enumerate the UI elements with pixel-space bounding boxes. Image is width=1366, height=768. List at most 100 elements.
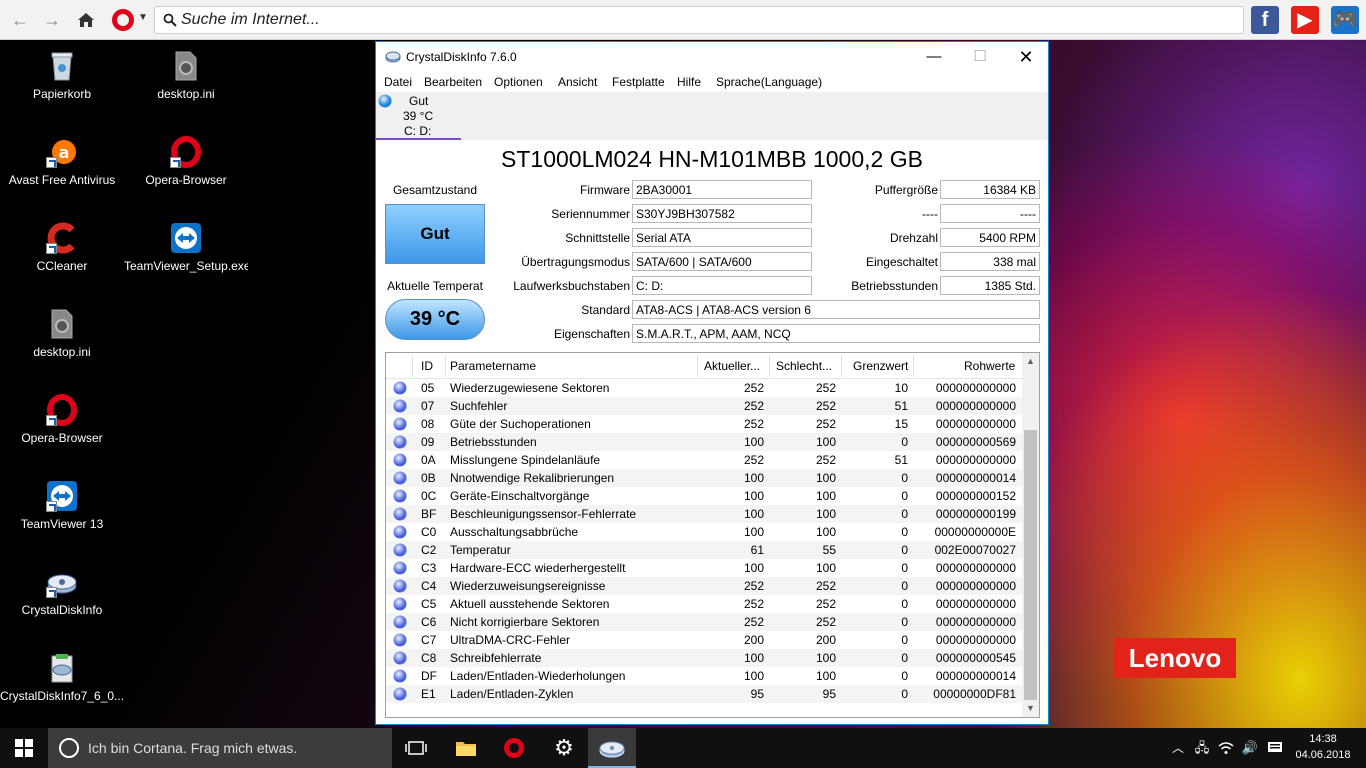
crystaldiskinfo-taskbar-button[interactable] [588,728,636,768]
cortana-input[interactable] [88,738,378,758]
scrollbar-thumb[interactable] [1024,430,1037,700]
table-row[interactable]: E1 Laden/Entladen-Zyklen 95 95 0 00000000DF81 [386,685,1022,703]
desktop-icon[interactable]: CrystalDiskInfo7_6_0... [0,646,124,726]
system-clock[interactable]: 14:38 04.06.2018 [1290,731,1356,763]
menu-ansicht[interactable]: Ansicht [558,75,597,89]
interface-label: Schnittstelle [565,231,630,245]
youtube-icon[interactable]: ▶ [1291,6,1319,34]
action-center-icon[interactable] [1264,728,1286,768]
column-divider[interactable] [445,355,446,377]
desktop-icon[interactable]: CCleaner [0,216,124,296]
drive-tab[interactable]: Gut 39 °C C: D: [376,92,461,140]
drive-tab-temp: 39 °C [403,109,434,123]
volume-icon[interactable]: 🔊 [1240,728,1260,768]
temperature-button[interactable]: 39 °C [385,299,485,340]
cell-current: 252 [743,381,764,395]
desktop-icon[interactable]: a Avast Free Antivirus [0,130,124,210]
table-row[interactable]: 0A Misslungene Spindelanläufe 252 252 51 0000… [386,451,1022,469]
header-name[interactable]: Parametername [450,359,536,373]
table-row[interactable]: C0 Ausschaltungsabbrüche 100 100 0 0000000000… [386,523,1022,541]
table-row[interactable]: C3 Hardware-ECC wiederhergestellt 100 100 0 0… [386,559,1022,577]
opera-menu-button[interactable]: ▼ [110,8,150,32]
maximize-button[interactable]: ☐ [957,42,1003,72]
table-row[interactable]: 05 Wiederzugewiesene Sektoren 252 252 10 0000… [386,379,1022,397]
settings-taskbar-button[interactable]: ⚙ [540,728,588,768]
column-divider[interactable] [697,355,698,377]
scroll-up-icon[interactable]: ▲ [1022,353,1039,370]
scroll-down-icon[interactable]: ▼ [1022,700,1039,717]
cell-name: Nicht korrigierbare Sektoren [450,615,600,629]
vertical-scrollbar[interactable]: ▲ ▼ [1022,353,1039,717]
header-current[interactable]: Aktueller... [704,359,760,373]
table-row[interactable]: C8 Schreibfehlerrate 100 100 0 000000000545 [386,649,1022,667]
menu-optionen[interactable]: Optionen [494,75,543,89]
column-divider[interactable] [412,355,413,377]
file-explorer-button[interactable] [442,728,490,768]
table-row[interactable]: C4 Wiederzuweisungsereignisse 252 252 0 00000… [386,577,1022,595]
desktop-icon[interactable]: Opera-Browser [0,388,124,468]
forward-icon[interactable]: → [40,8,64,32]
table-row[interactable]: C5 Aktuell ausstehende Sektoren 252 252 0 000… [386,595,1022,613]
smart-table-header: ID Parametername Aktueller... Schlecht..… [386,353,1022,379]
desktop-icon[interactable]: CrystalDiskInfo [0,560,124,640]
search-input[interactable] [181,10,1231,30]
cell-name: Hardware-ECC wiederhergestellt [450,561,626,575]
network-adapter-icon[interactable]: 🖧 [1192,728,1212,768]
table-row[interactable]: 09 Betriebsstunden 100 100 0 000000000569 [386,433,1022,451]
menu-datei[interactable]: Datei [384,75,412,89]
task-view-button[interactable] [392,728,440,768]
power-on-count-value: 338 mal [940,252,1040,271]
table-row[interactable]: 08 Güte der Suchoperationen 252 252 15 000000… [386,415,1022,433]
gamepad-icon[interactable]: 🎮 [1331,6,1359,34]
table-row[interactable]: C2 Temperatur 61 55 0 002E00070027 [386,541,1022,559]
desktop-icon[interactable]: Papierkorb [0,44,124,124]
cell-current: 100 [743,669,764,683]
smart-table[interactable]: ID Parametername Aktueller... Schlecht..… [385,352,1040,718]
header-threshold[interactable]: Grenzwert [853,359,908,373]
table-row[interactable]: DF Laden/Entladen-Wiederholungen 100 100 0 00… [386,667,1022,685]
table-row[interactable]: C7 UltraDMA-CRC-Fehler 200 200 0 000000000000 [386,631,1022,649]
back-icon[interactable]: ← [8,8,32,32]
status-good-icon [393,471,407,485]
desktop-icon[interactable]: desktop.ini [124,44,248,124]
table-row[interactable]: 07 Suchfehler 252 252 51 000000000000 [386,397,1022,415]
header-id[interactable]: ID [421,359,433,373]
desktop-icon[interactable]: TeamViewer 13 [0,474,124,554]
table-row[interactable]: BF Beschleunigungssensor-Fehlerrate 100 100… [386,505,1022,523]
minimize-button[interactable]: — [911,42,957,72]
header-raw[interactable]: Rohwerte [964,359,1015,373]
home-icon[interactable] [74,8,98,32]
cell-current: 252 [743,417,764,431]
desktop-icon[interactable]: Opera-Browser [124,130,248,210]
table-row[interactable]: C6 Nicht korrigierbare Sektoren 252 252 0 000… [386,613,1022,631]
window-titlebar[interactable]: CrystalDiskInfo 7.6.0 — ☐ ✕ [376,42,1048,72]
drive-letters-value: C: D: [632,276,812,295]
menu-sprache[interactable]: Sprache(Language) [716,75,822,89]
desktop-icon[interactable]: TeamViewer_Setup.exe [124,216,248,296]
cell-threshold: 0 [901,507,908,521]
cell-threshold: 0 [901,615,908,629]
column-divider[interactable] [913,355,914,377]
menu-festplatte[interactable]: Festplatte [612,75,665,89]
table-row[interactable]: 0C Geräte-Einschaltvorgänge 100 100 0 0000000… [386,487,1022,505]
column-divider[interactable] [769,355,770,377]
installer-icon [46,652,78,684]
opera-taskbar-button[interactable] [490,728,538,768]
menu-bearbeiten[interactable]: Bearbeiten [424,75,482,89]
show-hidden-icons-chevron-icon[interactable]: ︿ [1168,728,1188,768]
wifi-icon[interactable] [1216,728,1236,768]
close-button[interactable]: ✕ [1003,42,1049,72]
search-bar[interactable] [154,6,1244,34]
start-button[interactable] [0,728,48,768]
table-row[interactable]: 0B Nnotwendige Rekalibrierungen 100 100 0 000… [386,469,1022,487]
menu-hilfe[interactable]: Hilfe [677,75,701,89]
cell-id: C3 [421,561,437,575]
cell-raw: 000000000152 [935,489,1016,503]
cortana-search-box[interactable] [48,728,392,768]
facebook-icon[interactable]: f [1251,6,1279,34]
header-worst[interactable]: Schlecht... [776,359,832,373]
cell-id: 08 [421,417,435,431]
desktop-icon[interactable]: desktop.ini [0,302,124,382]
column-divider[interactable] [841,355,842,377]
health-status-button[interactable]: Gut [385,204,485,264]
